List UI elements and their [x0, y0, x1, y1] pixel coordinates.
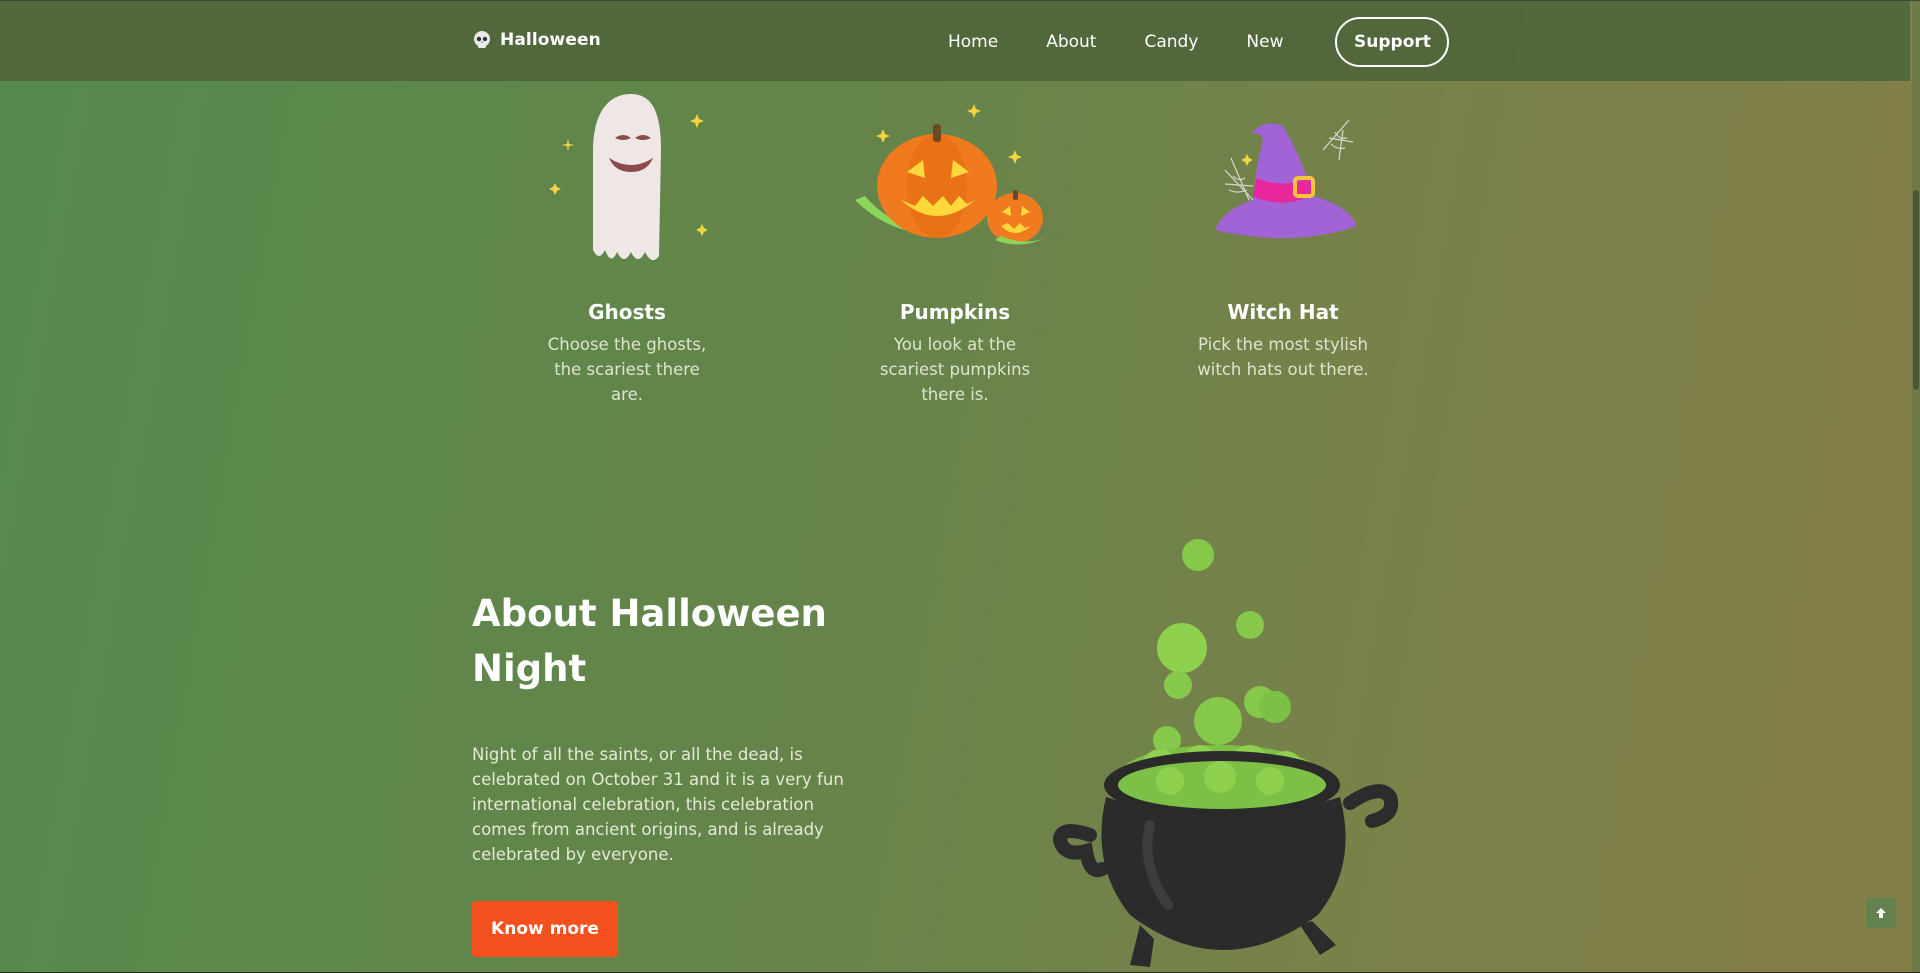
scroll-to-top-button[interactable]	[1866, 898, 1896, 928]
witch-hat-icon	[1215, 119, 1357, 239]
scrollbar-thumb[interactable]	[1913, 190, 1919, 390]
card-description: Choose the ghosts, the scariest there ar…	[547, 335, 707, 404]
about-title: About Halloween Night	[472, 592, 827, 690]
know-more-button[interactable]: Know more	[472, 901, 618, 957]
pumpkin-icon	[855, 104, 1045, 245]
card-description: You look at the scariest pumpkins there …	[879, 335, 1031, 404]
ghost-icon	[549, 94, 708, 261]
card-title: Ghosts	[588, 300, 666, 324]
card-description: Pick the most stylish witch hats out the…	[1197, 335, 1369, 379]
scrollbar-track[interactable]	[1912, 0, 1920, 973]
cauldron-icon	[1052, 539, 1399, 967]
about-text: Night of all the saints, or all the dead…	[472, 745, 844, 864]
skull-icon	[474, 31, 490, 48]
card-title: Pumpkins	[899, 300, 1011, 324]
card-title: Witch Hat	[1227, 300, 1339, 324]
arrow-up-icon	[1876, 908, 1886, 918]
